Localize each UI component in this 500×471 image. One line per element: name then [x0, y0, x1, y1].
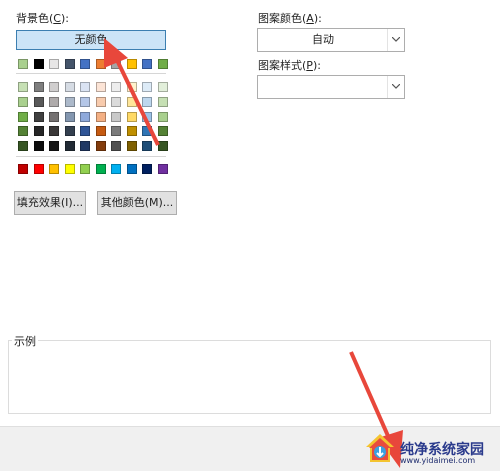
arrow-shaft	[114, 57, 160, 146]
arrow-to-no-color	[104, 38, 160, 146]
annotation-arrows	[104, 38, 403, 468]
arrow-head	[104, 38, 128, 68]
house-logo-icon	[366, 434, 394, 462]
watermark-url: www.yidaimei.com	[400, 456, 476, 465]
